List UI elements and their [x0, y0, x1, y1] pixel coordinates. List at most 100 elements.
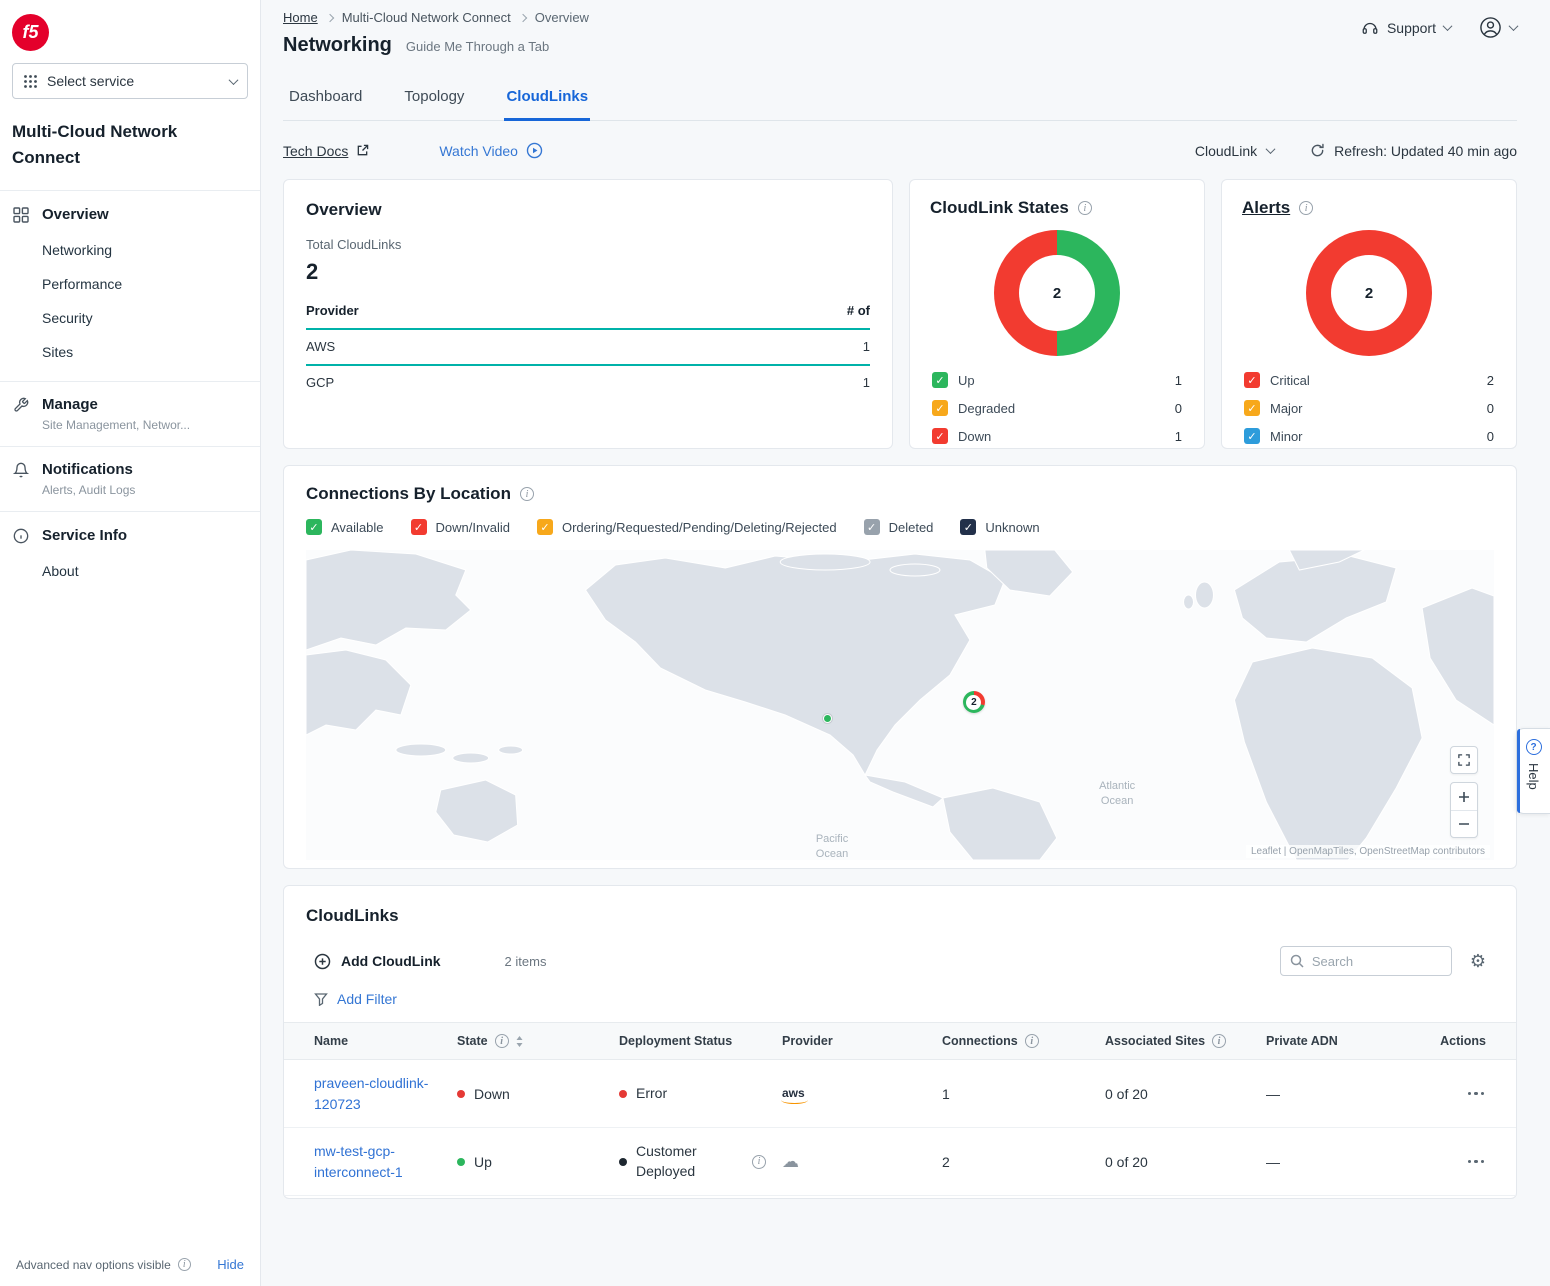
cloudlink-name-link[interactable]: praveen-cloudlink-120723 — [314, 1073, 438, 1114]
refresh-control[interactable]: Refresh: Updated 40 min ago — [1310, 143, 1517, 159]
info-icon[interactable] — [520, 487, 534, 501]
add-cloudlink-button[interactable]: Add CloudLink — [314, 953, 441, 970]
checkbox-critical[interactable] — [1244, 372, 1260, 388]
tab-dashboard[interactable]: Dashboard — [287, 82, 364, 120]
world-map[interactable]: Atlantic Ocean Pacific Ocean 2 — [306, 550, 1494, 860]
column-header-state[interactable]: State — [457, 1034, 619, 1048]
checkbox-down-invalid[interactable] — [411, 519, 427, 535]
breadcrumb-mcn[interactable]: Multi-Cloud Network Connect — [342, 10, 511, 25]
sidebar-item-security[interactable]: Security — [0, 301, 260, 335]
status-dot-customer-deployed — [619, 1158, 627, 1166]
sidebar-item-performance[interactable]: Performance — [0, 267, 260, 301]
app-root: f5 Select service Multi-Cloud Network Co… — [0, 0, 1550, 1286]
tab-bar: Dashboard Topology CloudLinks — [283, 82, 1517, 121]
checkbox-deleted[interactable] — [864, 519, 880, 535]
support-menu[interactable]: Support — [1361, 19, 1451, 37]
cloudlinks-table-card: CloudLinks Add CloudLink 2 items — [283, 885, 1517, 1199]
checkbox-ordering[interactable] — [537, 519, 553, 535]
info-icon[interactable] — [1299, 201, 1313, 215]
info-icon[interactable] — [1212, 1034, 1226, 1048]
tech-docs-link[interactable]: Tech Docs — [283, 143, 369, 159]
zoom-out-button[interactable] — [1451, 810, 1477, 837]
chevron-right-icon — [519, 13, 527, 21]
summary-cards-row: Overview Total CloudLinks 2 Provider # o… — [283, 179, 1517, 449]
legend-label: Up — [958, 373, 975, 388]
legend-value: 0 — [1487, 429, 1494, 444]
info-icon[interactable] — [752, 1155, 766, 1169]
legend-row-down: Down 1 — [930, 422, 1184, 450]
search-input[interactable] — [1312, 954, 1442, 969]
legend-item-deleted: Deleted — [864, 519, 934, 535]
checkbox-up[interactable] — [932, 372, 948, 388]
state-cell: Down — [457, 1086, 619, 1102]
zoom-in-button[interactable] — [1451, 783, 1477, 810]
toolbar-right: CloudLink Refresh: Updated 40 min ago — [1195, 143, 1517, 159]
sidebar-item-manage[interactable]: Manage Site Management, Networ... — [0, 382, 260, 446]
checkbox-major[interactable] — [1244, 400, 1260, 416]
legend-row-degraded: Degraded 0 — [930, 394, 1184, 422]
service-selector[interactable]: Select service — [12, 63, 248, 99]
info-icon[interactable] — [1025, 1034, 1039, 1048]
help-tab-label: Help — [1526, 763, 1541, 790]
info-icon[interactable] — [178, 1258, 191, 1271]
sidebar-item-subtitle: Alerts, Audit Logs — [42, 483, 135, 497]
guide-me-link[interactable]: Guide Me Through a Tab — [406, 39, 549, 54]
legend-value: 0 — [1175, 401, 1182, 416]
cloudlink-scope-select[interactable]: CloudLink — [1195, 143, 1274, 159]
connections-by-location-card: Connections By Location Available Down/I… — [283, 465, 1517, 869]
alerts-card-title[interactable]: Alerts — [1242, 198, 1290, 218]
sidebar-item-networking[interactable]: Networking — [0, 233, 260, 267]
add-cloudlink-label: Add CloudLink — [341, 953, 441, 969]
breadcrumb-home[interactable]: Home — [283, 10, 318, 25]
checkbox-down[interactable] — [932, 428, 948, 444]
tab-cloudlinks[interactable]: CloudLinks — [504, 82, 590, 121]
sidebar-item-notifications[interactable]: Notifications Alerts, Audit Logs — [0, 447, 260, 511]
watch-video-link[interactable]: Watch Video — [439, 142, 543, 159]
count-column-header: # of — [847, 303, 870, 318]
map-fit-bounds-button[interactable] — [1450, 746, 1478, 774]
plus-circle-icon — [314, 953, 331, 970]
legend-item-down-invalid: Down/Invalid — [411, 519, 510, 535]
map-cluster-marker[interactable]: 2 — [963, 691, 985, 713]
user-menu[interactable] — [1479, 16, 1517, 39]
map-attribution[interactable]: Leaflet | OpenMapTiles, OpenStreetMap co… — [1246, 845, 1490, 858]
sidebar-item-about[interactable]: About — [0, 554, 260, 588]
sort-icon[interactable] — [516, 1036, 523, 1047]
tab-label: Topology — [404, 88, 464, 105]
sidebar-item-service-info[interactable]: Service Info — [0, 512, 260, 554]
map-marker-available[interactable] — [823, 714, 832, 723]
column-header-label: Associated Sites — [1105, 1034, 1205, 1048]
info-icon[interactable] — [1078, 201, 1092, 215]
help-question-icon — [1526, 739, 1542, 755]
help-tab[interactable]: Help — [1516, 728, 1550, 814]
checkbox-available[interactable] — [306, 519, 322, 535]
state-cell: Up — [457, 1154, 619, 1170]
title-row: Networking Guide Me Through a Tab — [283, 34, 1517, 57]
deployment-status-cell: Customer Deployed — [619, 1142, 782, 1181]
deployment-status-cell: Error — [619, 1084, 782, 1104]
row-actions-menu[interactable] — [1466, 1087, 1487, 1101]
tab-label: Dashboard — [289, 88, 362, 105]
chevron-down-icon — [1509, 21, 1519, 31]
row-actions-menu[interactable] — [1466, 1155, 1487, 1169]
sidebar-item-overview[interactable]: Overview — [0, 191, 260, 233]
add-filter-button[interactable]: Add Filter — [284, 991, 1516, 1007]
legend-value: 2 — [1487, 373, 1494, 388]
f5-logo[interactable]: f5 — [12, 14, 49, 51]
hide-nav-button[interactable]: Hide — [217, 1257, 244, 1272]
tab-topology[interactable]: Topology — [402, 82, 466, 120]
checkbox-degraded[interactable] — [932, 400, 948, 416]
tech-docs-label: Tech Docs — [283, 143, 348, 159]
cloudlink-name-link[interactable]: mw-test-gcp-interconnect-1 — [314, 1141, 438, 1182]
checkbox-unknown[interactable] — [960, 519, 976, 535]
info-icon[interactable] — [495, 1034, 509, 1048]
checkbox-minor[interactable] — [1244, 428, 1260, 444]
column-header-label: Connections — [942, 1034, 1018, 1048]
table-settings-gear-icon[interactable]: ⚙ — [1470, 952, 1486, 970]
card-title-row: Alerts — [1242, 198, 1496, 218]
filter-funnel-icon — [314, 992, 328, 1006]
overview-card: Overview Total CloudLinks 2 Provider # o… — [283, 179, 893, 449]
table-controls-right: ⚙ — [1280, 946, 1486, 976]
bell-icon — [13, 462, 29, 478]
sidebar-item-sites[interactable]: Sites — [0, 335, 260, 369]
